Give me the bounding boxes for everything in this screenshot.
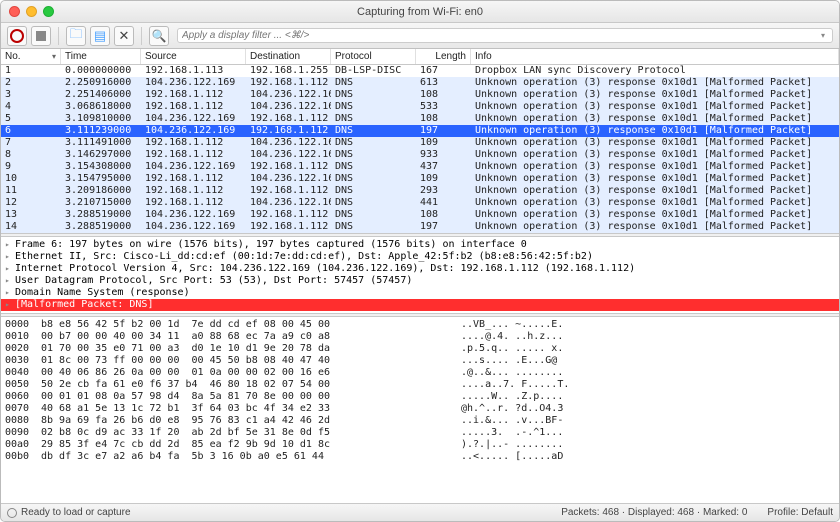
- hex-row[interactable]: 005050 2e cb fa 61 e0 f6 37 b4 46 80 18 …: [1, 379, 839, 391]
- open-button[interactable]: 🗀: [66, 26, 86, 46]
- table-row[interactable]: 22.250916000104.236.122.169192.168.1.112…: [1, 77, 839, 89]
- traffic-lights: [9, 6, 54, 17]
- packet-count: Packets: 468 · Displayed: 468 · Marked: …: [561, 507, 747, 518]
- hex-row[interactable]: 00808b 9a 69 fa 26 b6 d0 e8 95 76 83 c1 …: [1, 415, 839, 427]
- save-button[interactable]: ▤: [90, 26, 110, 46]
- stop-button[interactable]: [31, 26, 51, 46]
- expert-info-icon[interactable]: [7, 508, 17, 518]
- table-row[interactable]: 83.146297000192.168.1.112104.236.122.169…: [1, 149, 839, 161]
- status-text: Ready to load or capture: [21, 507, 131, 518]
- toolbar-separator: [141, 27, 142, 45]
- disclosure-triangle-icon[interactable]: ▸: [5, 239, 15, 251]
- display-filter[interactable]: ▾: [177, 28, 833, 43]
- titlebar[interactable]: Capturing from Wi-Fi: en0: [1, 1, 839, 23]
- detail-row[interactable]: ▸Ethernet II, Src: Cisco-Li_dd:cd:ef (00…: [1, 251, 839, 263]
- hex-row[interactable]: 009002 b8 0c d9 ac 33 1f 20 ab 2d bf 5e …: [1, 427, 839, 439]
- close-icon: ✕: [119, 28, 130, 44]
- packet-bytes-pane[interactable]: 0000b8 e8 56 42 5f b2 00 1d 7e dd cd ef …: [1, 317, 839, 503]
- table-row[interactable]: 63.111239000104.236.122.169192.168.1.112…: [1, 125, 839, 137]
- hex-row[interactable]: 001000 b7 00 00 40 00 34 11 a0 88 68 ec …: [1, 331, 839, 343]
- table-row[interactable]: 32.251406000192.168.1.112104.236.122.169…: [1, 89, 839, 101]
- detail-row[interactable]: ▸Domain Name System (response): [1, 287, 839, 299]
- table-row[interactable]: 123.210715000192.168.1.112104.236.122.16…: [1, 197, 839, 209]
- close-file-button[interactable]: ✕: [114, 26, 134, 46]
- col-destination[interactable]: Destination: [246, 49, 331, 64]
- disclosure-triangle-icon[interactable]: ▸: [5, 263, 15, 275]
- detail-row[interactable]: ▸User Datagram Protocol, Src Port: 53 (5…: [1, 275, 839, 287]
- table-row[interactable]: 53.109810000104.236.122.169192.168.1.112…: [1, 113, 839, 125]
- close-icon[interactable]: [9, 6, 20, 17]
- hex-row[interactable]: 006000 01 01 08 0a 57 98 d4 8a 5a 81 70 …: [1, 391, 839, 403]
- packet-list[interactable]: 10.000000000192.168.1.113192.168.1.255DB…: [1, 65, 839, 233]
- detail-row[interactable]: ▸[Malformed Packet: DNS]: [1, 299, 839, 311]
- save-icon: ▤: [94, 28, 106, 44]
- col-info[interactable]: Info: [471, 49, 839, 64]
- hex-row[interactable]: 00b0db df 3c e7 a2 a6 b4 fa 5b 3 16 0b a…: [1, 451, 839, 463]
- sort-asc-icon: ▾: [52, 52, 56, 61]
- disclosure-triangle-icon[interactable]: ▸: [5, 275, 15, 287]
- toolbar-separator: [58, 27, 59, 45]
- disclosure-triangle-icon[interactable]: ▸: [5, 287, 15, 299]
- table-row[interactable]: 10.000000000192.168.1.113192.168.1.255DB…: [1, 65, 839, 77]
- hex-row[interactable]: 00a029 85 3f e4 7c cb dd 2d 85 ea f2 9b …: [1, 439, 839, 451]
- record-button[interactable]: [7, 26, 27, 46]
- disclosure-triangle-icon[interactable]: ▸: [5, 251, 15, 263]
- hex-row[interactable]: 0000b8 e8 56 42 5f b2 00 1d 7e dd cd ef …: [1, 319, 839, 331]
- col-length[interactable]: Length: [416, 49, 471, 64]
- window-title: Capturing from Wi-Fi: en0: [357, 6, 483, 18]
- hex-row[interactable]: 003001 8c 00 73 ff 00 00 00 00 45 50 b8 …: [1, 355, 839, 367]
- hex-row[interactable]: 002001 70 00 35 e0 71 00 a3 d0 1e 10 d1 …: [1, 343, 839, 355]
- table-row[interactable]: 133.288519000104.236.122.169192.168.1.11…: [1, 209, 839, 221]
- col-time[interactable]: Time: [61, 49, 141, 64]
- col-source[interactable]: Source: [141, 49, 246, 64]
- packet-details-pane[interactable]: ▸Frame 6: 197 bytes on wire (1576 bits),…: [1, 237, 839, 313]
- detail-row[interactable]: ▸Frame 6: 197 bytes on wire (1576 bits),…: [1, 239, 839, 251]
- hex-row[interactable]: 007040 68 a1 5e 13 1c 72 b1 3f 64 03 bc …: [1, 403, 839, 415]
- table-row[interactable]: 113.209186000192.168.1.112192.168.1.112D…: [1, 185, 839, 197]
- table-row[interactable]: 73.111491000192.168.1.112104.236.122.169…: [1, 137, 839, 149]
- table-row[interactable]: 143.288519000104.236.122.169192.168.1.11…: [1, 221, 839, 233]
- minimize-icon[interactable]: [26, 6, 37, 17]
- chevron-down-icon[interactable]: ▾: [818, 31, 828, 41]
- column-headers: No.▾ Time Source Destination Protocol Le…: [1, 49, 839, 65]
- filter-input[interactable]: [182, 30, 818, 41]
- status-bar: Ready to load or capture Packets: 468 · …: [1, 503, 839, 521]
- zoom-icon[interactable]: [43, 6, 54, 17]
- profile-label[interactable]: Profile: Default: [767, 507, 833, 518]
- col-protocol[interactable]: Protocol: [331, 49, 416, 64]
- table-row[interactable]: 103.154795000192.168.1.112104.236.122.16…: [1, 173, 839, 185]
- search-icon: 🔍: [152, 29, 167, 43]
- app-window: Capturing from Wi-Fi: en0 🗀 ▤ ✕ 🔍 ▾ No.▾…: [0, 0, 840, 522]
- find-button[interactable]: 🔍: [149, 26, 169, 46]
- table-row[interactable]: 43.068618000192.168.1.112104.236.122.169…: [1, 101, 839, 113]
- disclosure-triangle-icon[interactable]: ▸: [5, 299, 15, 311]
- hex-row[interactable]: 004000 40 06 86 26 0a 00 00 01 0a 00 00 …: [1, 367, 839, 379]
- table-row[interactable]: 93.154308000104.236.122.169192.168.1.112…: [1, 161, 839, 173]
- col-no[interactable]: No.▾: [1, 49, 61, 64]
- toolbar: 🗀 ▤ ✕ 🔍 ▾: [1, 23, 839, 49]
- detail-row[interactable]: ▸Internet Protocol Version 4, Src: 104.2…: [1, 263, 839, 275]
- folder-icon: 🗀: [69, 25, 82, 47]
